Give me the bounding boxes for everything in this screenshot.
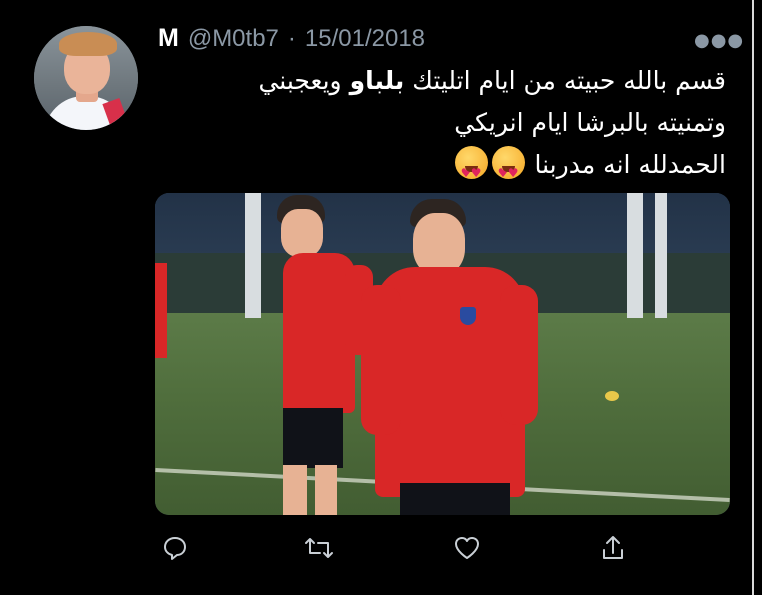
- heart-eyes-emoji: [491, 146, 525, 194]
- avatar[interactable]: [34, 26, 138, 130]
- tweet-line-1: قسم بالله حبيته من ايام اتليتك بلباو ويع…: [258, 66, 726, 95]
- user-handle[interactable]: @M0tb7: [188, 25, 279, 53]
- tweet-line-2: وتمنيته بالبرشا ايام انريكي: [454, 108, 726, 137]
- tweet-date[interactable]: 15/01/2018: [305, 25, 425, 53]
- reply-icon[interactable]: [157, 530, 193, 566]
- tweet-header: M @M0tb7 · 15/01/2018: [158, 24, 425, 53]
- share-icon[interactable]: [595, 530, 631, 566]
- tweet-bold-word: بلباو: [349, 66, 405, 95]
- separator-dot: ·: [287, 25, 296, 52]
- heart-eyes-emoji: [454, 146, 488, 194]
- retweet-icon[interactable]: [301, 530, 337, 566]
- tweet-photo[interactable]: [155, 193, 730, 515]
- tweet-line-3: الحمدلله انه مدربنا: [166, 144, 726, 194]
- display-name[interactable]: M: [158, 24, 179, 53]
- tweet-actions: [155, 530, 655, 570]
- tweet-text: قسم بالله حبيته من ايام اتليتك بلباو ويع…: [166, 60, 726, 194]
- more-horizontal-icon[interactable]: ●●●: [694, 30, 744, 51]
- screen-edge-divider: [752, 0, 754, 595]
- heart-icon[interactable]: [449, 530, 485, 566]
